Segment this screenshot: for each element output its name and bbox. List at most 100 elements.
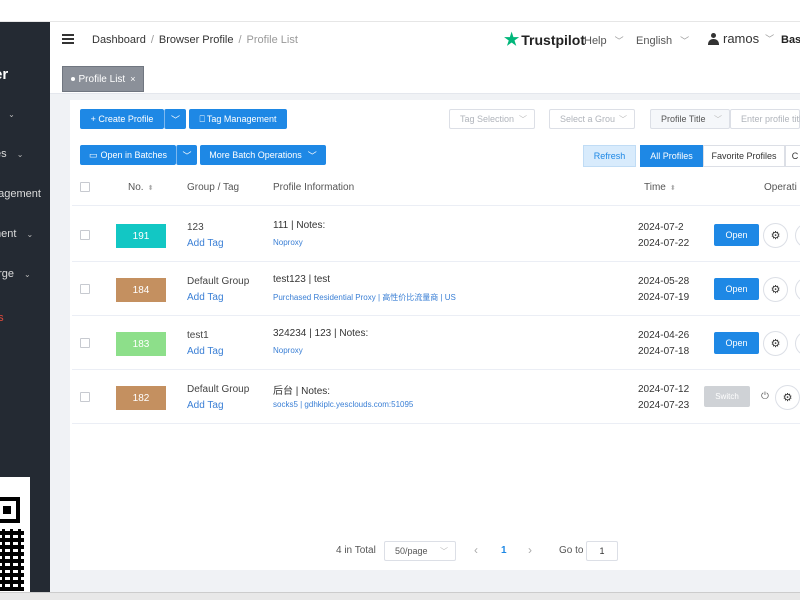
settings-button[interactable]: ⚙: [763, 223, 788, 248]
gear-icon: ⚙: [770, 284, 781, 296]
chevron-down-icon: ﹀: [614, 36, 624, 46]
add-tag-link[interactable]: Add Tag: [187, 238, 224, 249]
profile-title-input[interactable]: Enter profile title: [730, 109, 800, 129]
column-operations: Operati: [764, 182, 797, 193]
table-row: 191 123 Add Tag 111 | Notes: Noproxy 202…: [72, 208, 800, 262]
open-in-batches-dropdown[interactable]: ﹀: [176, 145, 197, 165]
time-created: 2024-05-28: [638, 276, 690, 287]
settings-button[interactable]: ⚙: [775, 385, 800, 410]
breadcrumb-dashboard[interactable]: Dashboard: [92, 34, 146, 46]
dot-icon: [70, 77, 75, 81]
breadcrumb: Dashboard / Browser Profile / Profile List: [92, 34, 298, 46]
proxy-info[interactable]: socks5 | gdhkiplc.yesclouds.com:51095: [273, 400, 413, 409]
add-tag-link[interactable]: Add Tag: [187, 400, 224, 411]
open-button[interactable]: Open: [714, 332, 759, 354]
power-icon[interactable]: ⏻: [761, 391, 769, 402]
star-icon: ★: [504, 30, 520, 49]
page-1[interactable]: 1: [501, 545, 507, 556]
profile-number-badge: 191: [116, 224, 166, 248]
open-button[interactable]: Open: [714, 278, 759, 300]
create-profile-button[interactable]: + Create Profile: [80, 109, 164, 129]
prev-page-button[interactable]: ‹: [474, 543, 478, 557]
menu-toggle-icon[interactable]: [62, 34, 74, 44]
help-dropdown[interactable]: Help ﹀: [584, 34, 624, 47]
profile-info: 后台 | Notes:: [273, 386, 331, 397]
sidebar-item-4[interactable]: ment⌄: [0, 228, 33, 240]
language-dropdown[interactable]: English ﹀: [636, 34, 689, 47]
time-updated: 2024-07-18: [638, 346, 690, 357]
tag-management-button[interactable]: ⎕ Tag Management: [189, 109, 287, 129]
qr-code: [0, 477, 30, 597]
more-button[interactable]: [795, 277, 800, 302]
row-checkbox[interactable]: [80, 392, 90, 402]
sidebar-item-1[interactable]: e⌄: [0, 108, 15, 120]
time-updated: 2024-07-22: [638, 238, 690, 249]
chevron-down-icon: ﹀: [170, 114, 180, 125]
chevron-down-icon: ﹀: [619, 114, 627, 124]
more-batch-operations-button[interactable]: More Batch Operations ﹀: [200, 145, 326, 165]
tag-selection-select[interactable]: Tag Selection ﹀: [449, 109, 535, 129]
sidebar-item-6[interactable]: ds: [0, 312, 4, 324]
tab-all-profiles[interactable]: All Profiles: [640, 145, 703, 167]
tab-more[interactable]: C: [785, 145, 800, 167]
trustpilot-link[interactable]: ★ Trustpilot: [504, 30, 585, 50]
proxy-info[interactable]: Noproxy: [273, 238, 303, 247]
open-in-batches-button[interactable]: ▭ Open in Batches: [80, 145, 176, 165]
tab-favorite-profiles[interactable]: Favorite Profiles: [703, 145, 785, 167]
profile-info: 111 | Notes:: [273, 220, 326, 231]
page-size-select[interactable]: 50/page ﹀: [384, 541, 456, 561]
more-button[interactable]: [795, 331, 800, 356]
sidebar-item-2[interactable]: tes⌄: [0, 148, 23, 160]
chevron-down-icon: ﹀: [714, 114, 722, 124]
gear-icon: ⚙: [770, 230, 781, 242]
profile-number-badge: 182: [116, 386, 166, 410]
profile-title-select[interactable]: Profile Title ﹀: [650, 109, 730, 129]
user-menu[interactable]: ramos ﹀: [708, 31, 774, 46]
gear-icon: ⚙: [782, 392, 793, 404]
chevron-down-icon: ﹀: [440, 546, 448, 556]
proxy-info[interactable]: Purchased Residential Proxy | 高性价比流量商 | …: [273, 292, 456, 303]
proxy-info[interactable]: Noproxy: [273, 346, 303, 355]
group-name: test1: [187, 330, 209, 341]
goto-input[interactable]: 1: [586, 541, 618, 561]
group-name: Default Group: [187, 384, 250, 395]
row-checkbox[interactable]: [80, 338, 90, 348]
breadcrumb-browser-profile[interactable]: Browser Profile: [159, 34, 234, 46]
add-tag-link[interactable]: Add Tag: [187, 346, 224, 357]
refresh-button[interactable]: Refresh: [583, 145, 636, 167]
chevron-down-icon: ﹀: [182, 150, 192, 161]
open-button[interactable]: Open: [714, 224, 759, 246]
settings-button[interactable]: ⚙: [763, 277, 788, 302]
sidebar-item-3[interactable]: nagement: [0, 188, 41, 200]
more-button[interactable]: [795, 223, 800, 248]
tag-icon: ⎕: [199, 113, 205, 124]
tab-profile-list[interactable]: Profile List ×: [62, 66, 144, 92]
create-profile-dropdown[interactable]: ﹀: [164, 109, 186, 129]
time-updated: 2024-07-19: [638, 292, 690, 303]
select-all-checkbox[interactable]: [80, 182, 90, 192]
column-time[interactable]: Time ⬍: [644, 182, 676, 193]
tabs-bar: Profile List ×: [50, 58, 800, 94]
row-checkbox[interactable]: [80, 284, 90, 294]
switch-button[interactable]: Switch: [704, 386, 750, 407]
table-row: 182 Default Group Add Tag 后台 | Notes: so…: [72, 370, 800, 424]
settings-button[interactable]: ⚙: [763, 331, 788, 356]
add-tag-link[interactable]: Add Tag: [187, 292, 224, 303]
column-no[interactable]: No. ⬍: [128, 182, 153, 193]
next-page-button[interactable]: ›: [528, 543, 532, 557]
column-group: Group / Tag: [187, 182, 240, 193]
sidebar-item-5[interactable]: arge⌄: [0, 268, 31, 280]
plan-label: Bas: [781, 34, 800, 46]
chevron-down-icon: ⌄: [26, 229, 34, 239]
group-select[interactable]: Select a Grou ﹀: [549, 109, 635, 129]
group-name: 123: [187, 222, 204, 233]
group-name: Default Group: [187, 276, 250, 287]
close-icon[interactable]: ×: [130, 74, 135, 84]
qr-finder: [0, 497, 20, 523]
chevron-down-icon: ﹀: [765, 34, 775, 44]
sort-icon: ⬍: [147, 185, 154, 192]
row-checkbox[interactable]: [80, 230, 90, 240]
table-header: No. ⬍ Group / Tag Profile Information Tim…: [72, 172, 800, 206]
top-strip: [0, 0, 800, 22]
chevron-down-icon: ﹀: [680, 36, 690, 46]
